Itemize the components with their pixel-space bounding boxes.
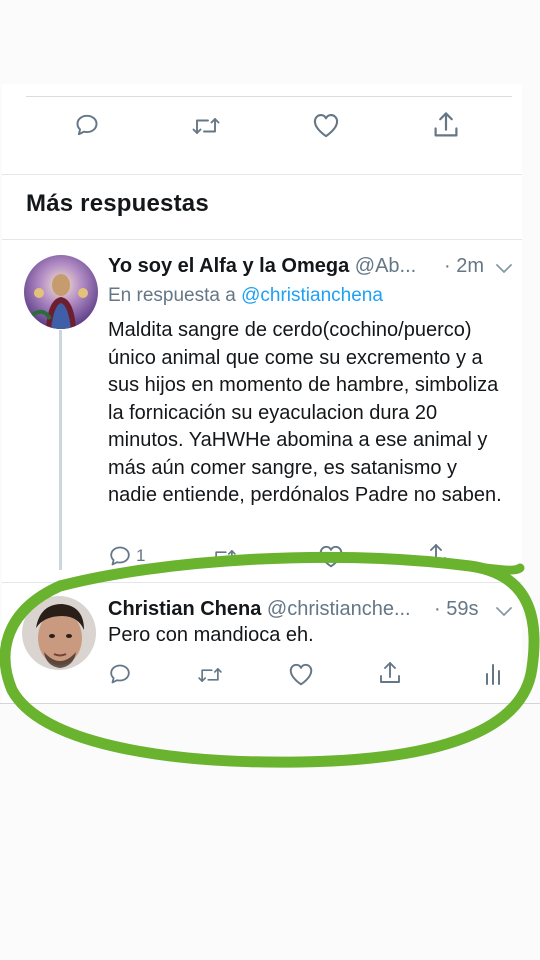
timestamp[interactable]: · 2m [444, 255, 484, 278]
reply-button[interactable]: 1 [108, 544, 145, 568]
reply-button[interactable] [108, 662, 132, 686]
replying-to-label: En respuesta a [108, 285, 236, 306]
retweet-button[interactable] [190, 114, 222, 138]
reply-header: Christian Chena @christianche... [108, 598, 411, 621]
avatar-image [24, 255, 98, 329]
more-menu-button[interactable] [495, 605, 513, 623]
divider [2, 582, 522, 583]
retweet-icon [190, 114, 222, 138]
chevron-down-icon [496, 607, 512, 616]
avatar[interactable] [24, 255, 98, 329]
like-button[interactable] [318, 544, 344, 568]
heart-icon [312, 112, 340, 138]
reply-button[interactable] [74, 112, 100, 138]
reply-header: Yo soy el Alfa y la Omega @Ab... [108, 255, 416, 278]
divider [2, 239, 522, 240]
retweet-button[interactable] [210, 546, 238, 568]
divider [26, 96, 512, 97]
chevron-down-icon [496, 264, 512, 273]
display-name[interactable]: Christian Chena [108, 598, 261, 620]
reply-count: 1 [136, 546, 146, 565]
share-icon [424, 542, 448, 568]
tweet-text: Pero con mandioca eh. [108, 624, 314, 646]
heart-icon [288, 662, 314, 686]
share-button[interactable] [378, 660, 402, 686]
username[interactable]: @Ab... [355, 255, 416, 277]
divider [0, 703, 540, 704]
retweet-icon [210, 546, 238, 568]
avatar-image [22, 596, 96, 670]
analytics-button[interactable] [484, 662, 502, 686]
avatar[interactable] [22, 596, 96, 670]
reply-bubble-icon [108, 662, 132, 686]
share-icon [432, 110, 460, 140]
mention-link[interactable]: @christianchena [241, 285, 383, 306]
share-button[interactable] [424, 542, 448, 568]
divider [2, 174, 522, 175]
share-button[interactable] [432, 110, 460, 140]
like-button[interactable] [312, 112, 340, 138]
timestamp[interactable]: · 59s [434, 598, 478, 621]
main-tweet-actions [0, 108, 540, 148]
section-title: Más respuestas [26, 190, 209, 217]
retweet-button[interactable] [196, 664, 224, 686]
tweet-text: Maldita sangre de cerdo(cochino/puerco) … [108, 319, 502, 506]
replying-to: En respuesta a @christianchena [108, 285, 383, 307]
like-button[interactable] [288, 662, 314, 686]
reply2-actions [0, 660, 540, 700]
heart-icon [318, 544, 344, 568]
reply-bubble-icon [74, 112, 100, 138]
thread-line [59, 330, 62, 570]
analytics-bars-icon [484, 662, 502, 686]
reply-bubble-icon [108, 544, 132, 568]
display-name[interactable]: Yo soy el Alfa y la Omega [108, 255, 349, 277]
username[interactable]: @christianche... [267, 598, 411, 620]
more-menu-button[interactable] [495, 262, 513, 280]
retweet-icon [196, 664, 224, 686]
reply1-actions: 1 [0, 540, 540, 580]
share-icon [378, 660, 402, 686]
